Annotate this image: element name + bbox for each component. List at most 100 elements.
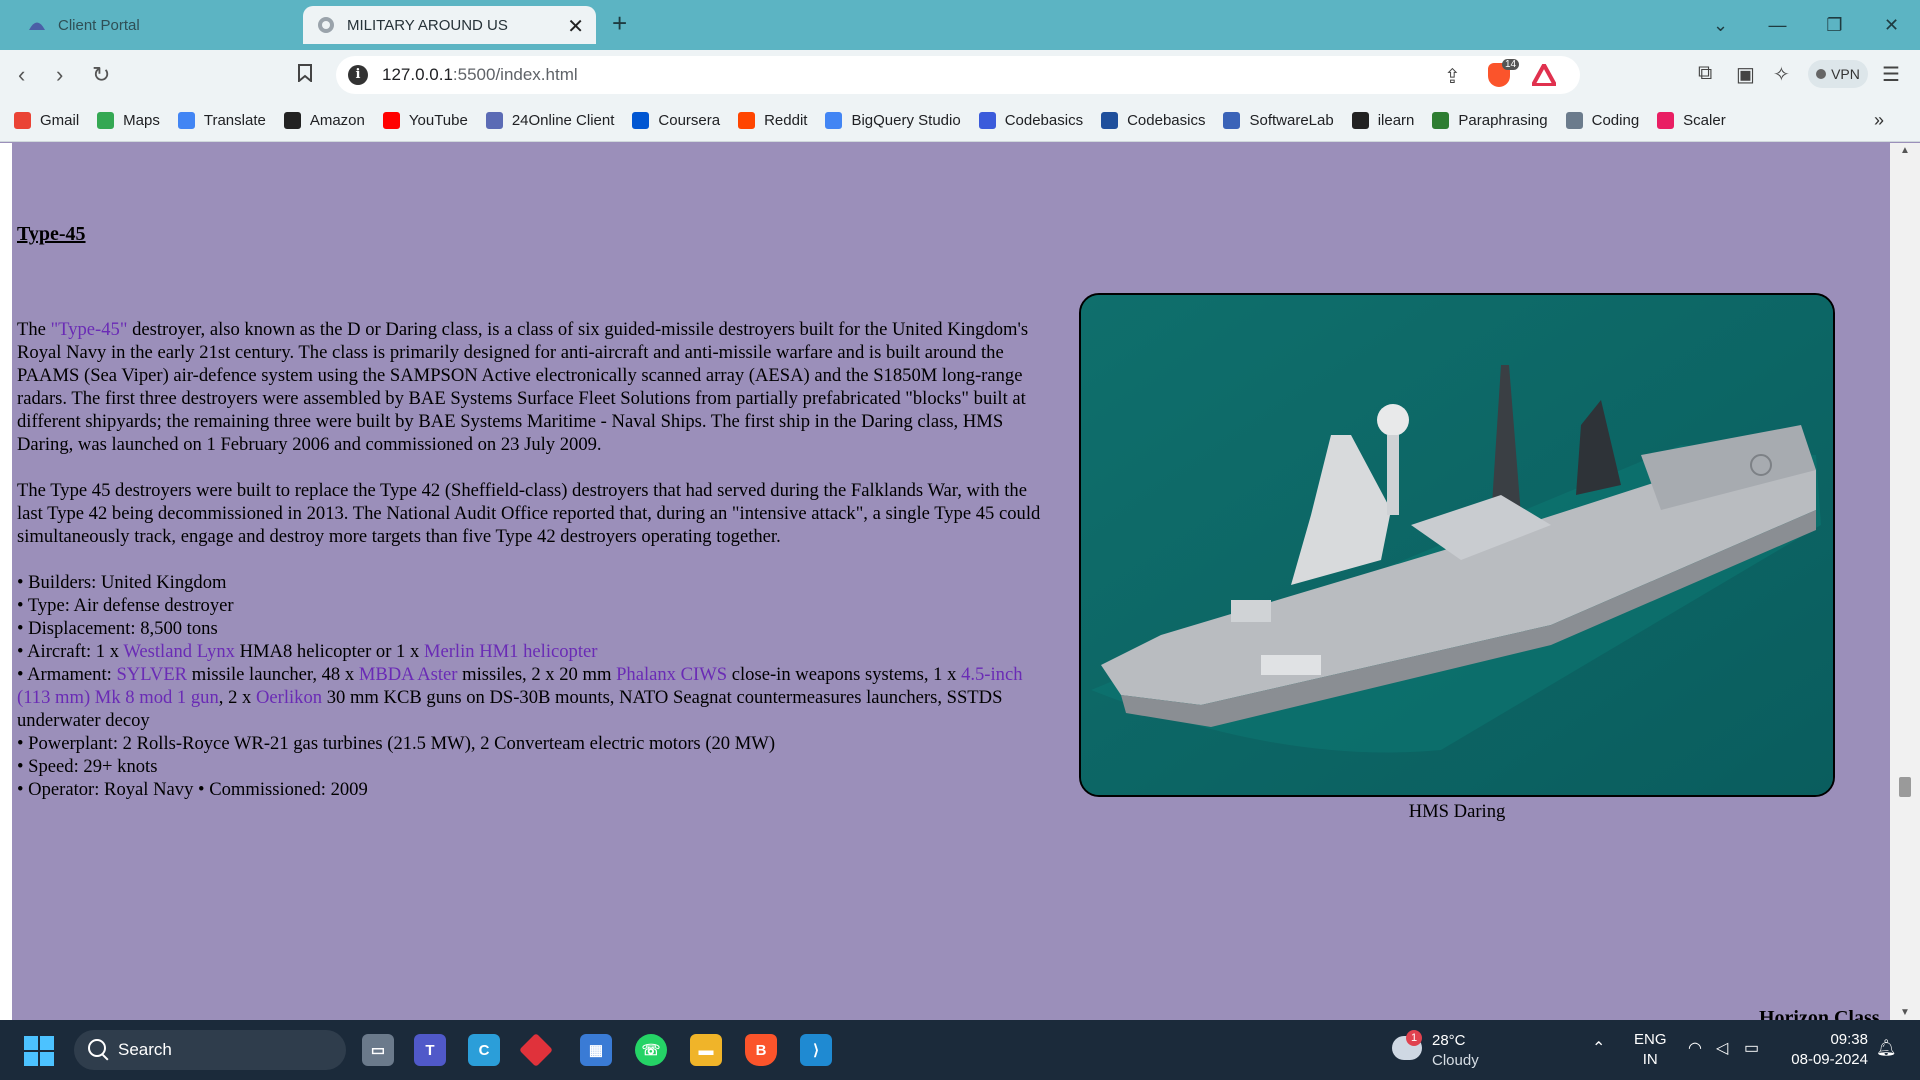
- scroll-down-arrow-icon[interactable]: ▼: [1900, 1007, 1910, 1018]
- bookmarks-overflow-icon[interactable]: »: [1874, 110, 1884, 131]
- input-language-indicator[interactable]: ENG IN: [1634, 1030, 1667, 1070]
- teams-icon[interactable]: T: [414, 1034, 446, 1066]
- menu-hamburger-icon[interactable]: ☰: [1882, 62, 1900, 87]
- bigquery-icon: [825, 112, 843, 129]
- browser-toolbar: ‹ › ↻ i 127.0.0.1:5500/index.html ⇪ 14 ⧉…: [0, 50, 1920, 100]
- sylver-link[interactable]: SYLVER: [116, 664, 187, 685]
- softwarelab-icon: [1223, 112, 1241, 129]
- scrollbar-thumb[interactable]: [1899, 777, 1911, 797]
- page-content: Type-45 The "Type-45" destroyer, also kn…: [0, 143, 1890, 1020]
- leo-ai-icon[interactable]: ✧: [1773, 62, 1790, 87]
- anydesk-icon[interactable]: [519, 1033, 553, 1067]
- close-tab-icon[interactable]: ✕: [567, 14, 584, 39]
- bookmark-coursera[interactable]: Coursera: [632, 112, 720, 129]
- bookmark-label: Scaler: [1683, 112, 1726, 129]
- tab-title: MILITARY AROUND US: [347, 16, 508, 34]
- bookmark-bigquery-studio[interactable]: BigQuery Studio: [825, 112, 961, 129]
- bookmark-label: Translate: [203, 112, 266, 129]
- wifi-icon[interactable]: ◠: [1688, 1038, 1702, 1058]
- microsoft-store-icon[interactable]: ▦: [580, 1034, 612, 1066]
- hms-daring-image: [1079, 293, 1835, 797]
- bookmark-reddit[interactable]: Reddit: [738, 112, 807, 129]
- scroll-up-arrow-icon[interactable]: ▲: [1900, 145, 1910, 156]
- vscode-icon[interactable]: ⟩: [800, 1034, 832, 1066]
- show-hidden-icons-chevron-up-icon[interactable]: ⌃: [1592, 1038, 1605, 1058]
- restore-button[interactable]: ❐: [1806, 0, 1863, 50]
- bookmark-coding[interactable]: Coding: [1565, 112, 1639, 129]
- share-icon[interactable]: ⇪: [1444, 64, 1461, 89]
- page-scrollbar[interactable]: ▲ ▼: [1890, 143, 1920, 1020]
- bookmark-ilearn[interactable]: ilearn: [1351, 112, 1415, 129]
- copilot-icon[interactable]: C: [468, 1034, 500, 1066]
- tab-title: Client Portal: [58, 16, 140, 34]
- address-bar[interactable]: i 127.0.0.1:5500/index.html ⇪ 14: [336, 56, 1580, 94]
- forward-arrow-icon[interactable]: ›: [56, 62, 63, 88]
- bookmark-paraphrasing[interactable]: Paraphrasing: [1432, 112, 1548, 129]
- volume-icon[interactable]: ◁: [1716, 1038, 1728, 1058]
- file-explorer-icon[interactable]: ▬: [690, 1034, 722, 1066]
- vpn-status-icon: [1816, 69, 1827, 79]
- bookmark-codebasics[interactable]: Codebasics: [1101, 112, 1205, 129]
- bookmark-softwarelab[interactable]: SoftwareLab: [1223, 112, 1334, 129]
- battery-icon[interactable]: ▭: [1744, 1038, 1759, 1058]
- back-arrow-icon[interactable]: ‹: [18, 62, 25, 88]
- extensions-puzzle-icon[interactable]: ⧉: [1698, 62, 1712, 85]
- bookmark-24online-client[interactable]: 24Online Client: [485, 112, 614, 129]
- next-section-heading: Horizon Class: [1759, 1007, 1880, 1020]
- spec-type: • Type: Air defense destroyer: [17, 595, 234, 616]
- article-text: The "Type-45" destroyer, also known as t…: [17, 318, 1042, 801]
- bookmark-label: BigQuery Studio: [851, 112, 961, 129]
- bookmark-label: Paraphrasing: [1458, 112, 1548, 129]
- windows-start-icon[interactable]: [24, 1036, 54, 1066]
- bookmark-codebasics[interactable]: Codebasics: [978, 112, 1083, 129]
- tab-military-around-us[interactable]: MILITARY AROUND US ✕: [303, 6, 596, 44]
- page-title: Type-45: [17, 223, 86, 245]
- spec-builders: • Builders: United Kingdom: [17, 572, 227, 593]
- bookmark-scaler[interactable]: Scaler: [1657, 112, 1726, 129]
- bookmark-translate[interactable]: Translate: [177, 112, 266, 129]
- bookmark-gmail[interactable]: Gmail: [14, 112, 79, 129]
- weather-temperature: 28°C: [1432, 1032, 1466, 1049]
- url-text[interactable]: 127.0.0.1:5500/index.html: [382, 65, 578, 85]
- whatsapp-icon[interactable]: ☏: [635, 1034, 667, 1066]
- bookmark-label: Reddit: [764, 112, 808, 129]
- weather-description: Cloudy: [1432, 1052, 1479, 1069]
- brave-rewards-icon[interactable]: [1529, 60, 1559, 91]
- minimize-button[interactable]: —: [1749, 0, 1806, 50]
- tab-client-portal[interactable]: Client Portal: [14, 6, 294, 44]
- notification-bell-icon[interactable]: 🔔︎: [1876, 1038, 1896, 1058]
- windows-taskbar: Search ▭ T C ▦ ☏ ▬ B ⟩ 1 28°C Cloudy ⌃ E…: [0, 1020, 1920, 1080]
- westland-lynx-link[interactable]: Westland Lynx: [123, 641, 235, 662]
- scaler-icon: [1657, 112, 1675, 129]
- wallet-icon[interactable]: ▣: [1736, 62, 1755, 87]
- phalanx-ciws-link[interactable]: Phalanx CIWS: [616, 664, 727, 685]
- vpn-button[interactable]: VPN: [1808, 60, 1868, 88]
- bookmark-youtube[interactable]: YouTube: [382, 112, 468, 129]
- brave-browser-icon[interactable]: B: [745, 1034, 777, 1066]
- oerlikon-link[interactable]: Oerlikon: [256, 687, 322, 708]
- merlin-hm1-link[interactable]: Merlin HM1 helicopter: [424, 641, 598, 662]
- new-tab-button[interactable]: +: [612, 8, 627, 39]
- close-window-button[interactable]: ✕: [1863, 0, 1920, 50]
- task-view-icon[interactable]: ▭: [362, 1034, 394, 1066]
- reload-icon[interactable]: ↻: [92, 62, 110, 88]
- spec-displacement: • Displacement: 8,500 tons: [17, 618, 218, 639]
- bookmark-amazon[interactable]: Amazon: [283, 112, 365, 129]
- bookmark-maps[interactable]: Maps: [97, 112, 160, 129]
- site-info-icon[interactable]: i: [348, 65, 368, 85]
- search-icon: [88, 1039, 106, 1057]
- bookmark-label: YouTube: [408, 112, 468, 129]
- bookmark-icon[interactable]: [298, 62, 312, 88]
- coding-icon: [1565, 112, 1583, 129]
- spec-powerplant: • Powerplant: 2 Rolls-Royce WR-21 gas tu…: [17, 733, 776, 754]
- tab-search-chevron-down-icon[interactable]: ⌄: [1692, 0, 1749, 50]
- translate-icon: [177, 112, 195, 129]
- image-caption: HMS Daring: [1408, 801, 1506, 822]
- bookmark-label: Maps: [123, 112, 160, 129]
- bookmark-label: Amazon: [309, 112, 365, 129]
- bookmark-label: ilearn: [1377, 112, 1415, 129]
- taskbar-search-box[interactable]: Search: [74, 1030, 346, 1070]
- mbda-aster-link[interactable]: MBDA Aster: [359, 664, 458, 685]
- type-45-link[interactable]: "Type-45": [51, 319, 128, 340]
- system-clock[interactable]: 09:38 08-09-2024: [1786, 1030, 1868, 1070]
